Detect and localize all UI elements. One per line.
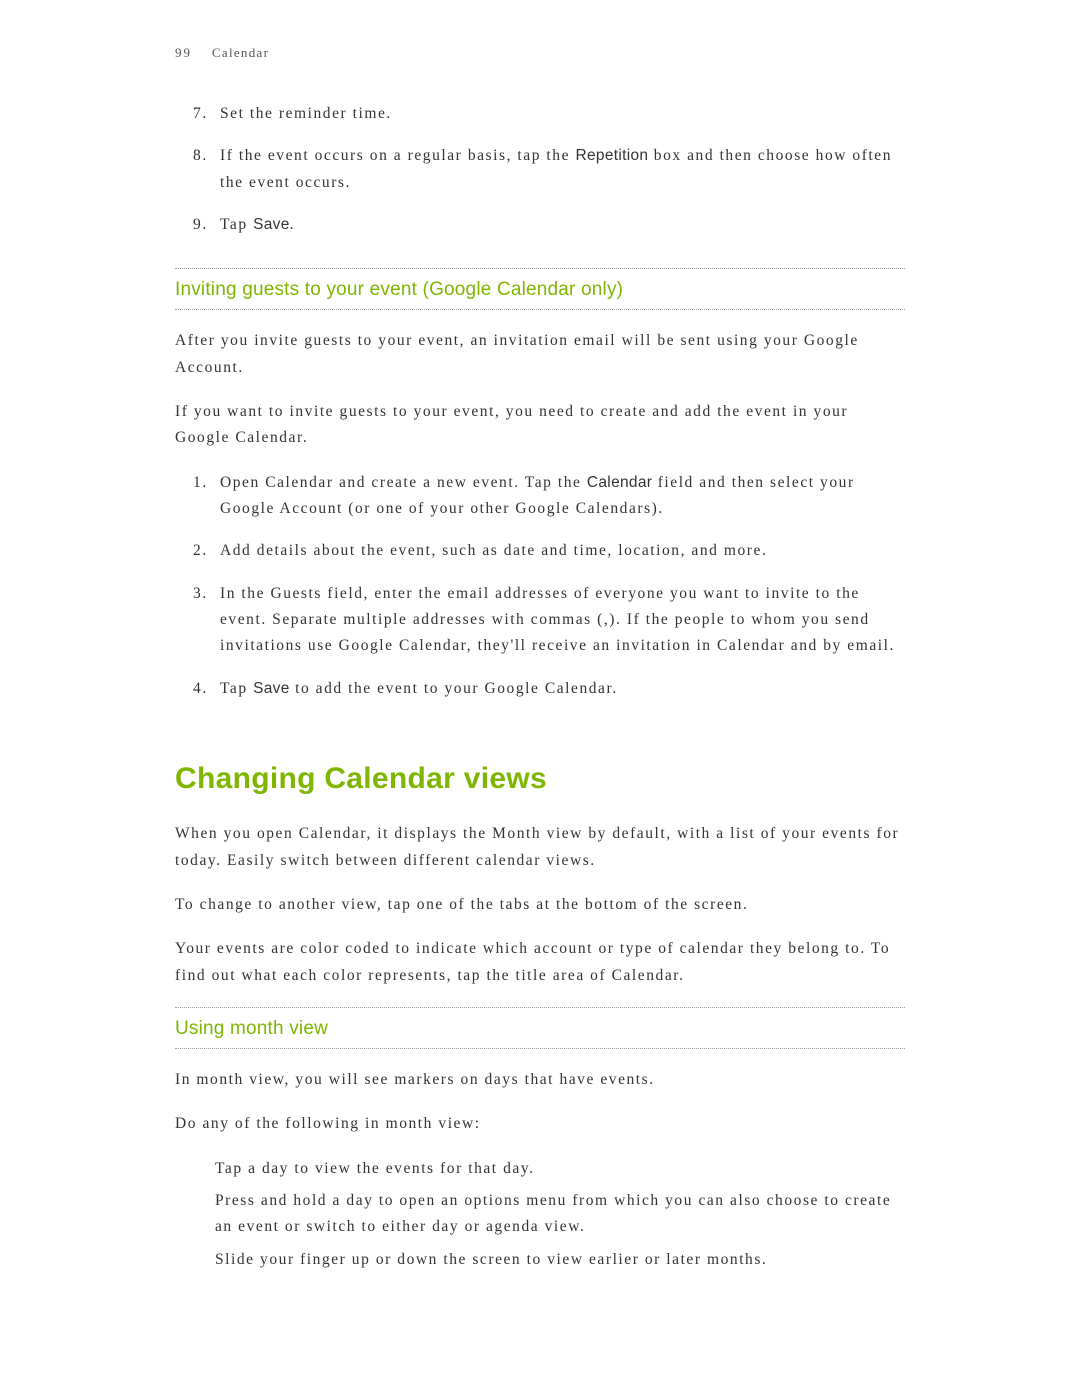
bullet-list: Tap a day to view the events for that da… — [175, 1156, 905, 1273]
paragraph: In month view, you will see markers on d… — [175, 1067, 905, 1093]
paragraph: If you want to invite guests to your eve… — [175, 399, 905, 452]
chapter-name: Calendar — [212, 45, 269, 61]
text-segment: to add the event to your Google Calendar… — [290, 680, 618, 697]
list-item: Tap a day to view the events for that da… — [175, 1156, 905, 1182]
text-segment: Tap — [220, 680, 253, 697]
list-item: Press and hold a day to open an options … — [175, 1188, 905, 1241]
ui-term: Repetition — [575, 147, 648, 164]
paragraph: To change to another view, tap one of th… — [175, 892, 905, 918]
continued-steps-list: Set the reminder time. If the event occu… — [175, 101, 905, 238]
list-item: Open Calendar and create a new event. Ta… — [175, 470, 905, 523]
section-heading: Inviting guests to your event (Google Ca… — [175, 279, 905, 301]
paragraph: Your events are color coded to indicate … — [175, 936, 905, 989]
list-item: Add details about the event, such as dat… — [175, 538, 905, 564]
page-number: 99 — [175, 45, 192, 61]
section-heading: Using month view — [175, 1018, 905, 1040]
list-item: Tap Save. — [175, 212, 905, 238]
ui-term: Save — [253, 216, 290, 233]
ui-term: Save — [253, 680, 290, 697]
paragraph: After you invite guests to your event, a… — [175, 328, 905, 381]
list-item: If the event occurs on a regular basis, … — [175, 143, 905, 196]
text-segment: Tap — [220, 216, 253, 233]
list-item: Tap Save to add the event to your Google… — [175, 676, 905, 702]
text-segment: . — [290, 216, 295, 233]
steps-list: Open Calendar and create a new event. Ta… — [175, 470, 905, 702]
list-item: In the Guests field, enter the email add… — [175, 581, 905, 660]
section-divider: Using month view — [175, 1007, 905, 1049]
ui-term: Calendar — [587, 474, 652, 491]
text-segment: Open Calendar and create a new event. Ta… — [220, 474, 587, 491]
text-segment: If the event occurs on a regular basis, … — [220, 147, 575, 164]
paragraph: Do any of the following in month view: — [175, 1111, 905, 1137]
page-header: 99 Calendar — [175, 45, 905, 61]
list-item: Set the reminder time. — [175, 101, 905, 127]
list-item: Slide your finger up or down the screen … — [175, 1247, 905, 1273]
main-heading: Changing Calendar views — [175, 762, 905, 796]
paragraph: When you open Calendar, it displays the … — [175, 821, 905, 874]
section-divider: Inviting guests to your event (Google Ca… — [175, 268, 905, 310]
